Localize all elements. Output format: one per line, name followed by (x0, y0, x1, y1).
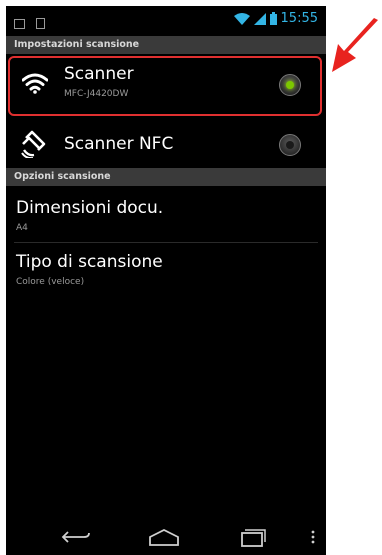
scan-type-row[interactable]: Tipo di scansione Colore (veloce) (6, 243, 326, 295)
section-header-scan-settings: Impostazioni scansione (6, 36, 326, 54)
home-button[interactable] (144, 525, 184, 549)
overflow-menu-button[interactable] (306, 525, 320, 549)
status-bar: 15:55 (6, 6, 326, 34)
phone-screen: 15:55 Impostazioni scansione Scanner MFC… (6, 6, 326, 555)
section-header-scan-options: Opzioni scansione (6, 168, 326, 186)
clock: 15:55 (280, 11, 318, 26)
notification-icons (14, 14, 51, 33)
scanner-nfc-title: Scanner NFC (64, 134, 174, 154)
doc-size-value: A4 (16, 223, 28, 233)
scan-type-title: Tipo di scansione (16, 252, 163, 272)
scan-type-value: Colore (veloce) (16, 277, 85, 287)
sd-card-notification-icon (36, 18, 46, 29)
home-icon (149, 528, 179, 546)
wifi-signal-icon (233, 12, 250, 25)
recent-apps-button[interactable] (232, 525, 272, 549)
back-button[interactable] (56, 525, 96, 549)
scanner-nfc-radio-button[interactable] (279, 134, 301, 156)
screenshot-notification-icon (14, 19, 25, 29)
radio-unselected-dot (286, 141, 294, 149)
doc-size-row[interactable]: Dimensioni docu. A4 (6, 188, 326, 240)
nfc-icon (21, 130, 46, 158)
pointer-arrow-icon (332, 18, 378, 72)
navigation-bar (6, 519, 326, 555)
back-icon (61, 531, 90, 543)
recent-apps-icon (241, 529, 266, 547)
cell-signal-icon (253, 12, 266, 25)
doc-size-title: Dimensioni docu. (16, 198, 164, 218)
overflow-menu-icon (311, 530, 315, 544)
battery-icon (269, 12, 277, 25)
selection-highlight-box (8, 56, 322, 116)
system-icons: 15:55 (233, 11, 318, 26)
scanner-nfc-row[interactable]: Scanner NFC (6, 118, 326, 172)
